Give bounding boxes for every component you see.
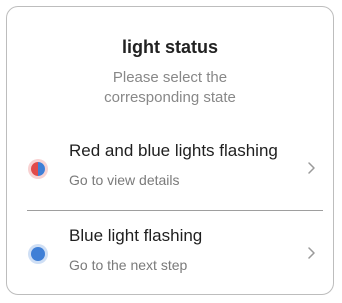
option-blue-flashing[interactable]: Blue light flashing Go to the next step	[7, 220, 333, 284]
option-red-blue-flashing[interactable]: Red and blue lights flashing Go to view …	[7, 135, 333, 199]
subtitle-line-2: corresponding state	[104, 89, 236, 106]
option-label: Red and blue lights flashing	[69, 141, 278, 160]
red-blue-dot-icon	[31, 162, 45, 176]
subtitle-line-1: Please select the	[112, 69, 228, 86]
card-subtitle: Please select the corresponding state	[7, 68, 333, 108]
divider	[27, 210, 323, 211]
light-status-card: light status Please select the correspon…	[6, 6, 334, 295]
option-sublabel: Go to view details	[69, 172, 180, 188]
card-title: light status	[121, 37, 218, 57]
option-sublabel: Go to the next step	[69, 257, 188, 273]
option-label: Blue light flashing	[69, 226, 203, 245]
chevron-right-icon	[308, 247, 315, 259]
blue-dot-icon	[31, 247, 45, 261]
chevron-right-icon	[308, 162, 315, 174]
